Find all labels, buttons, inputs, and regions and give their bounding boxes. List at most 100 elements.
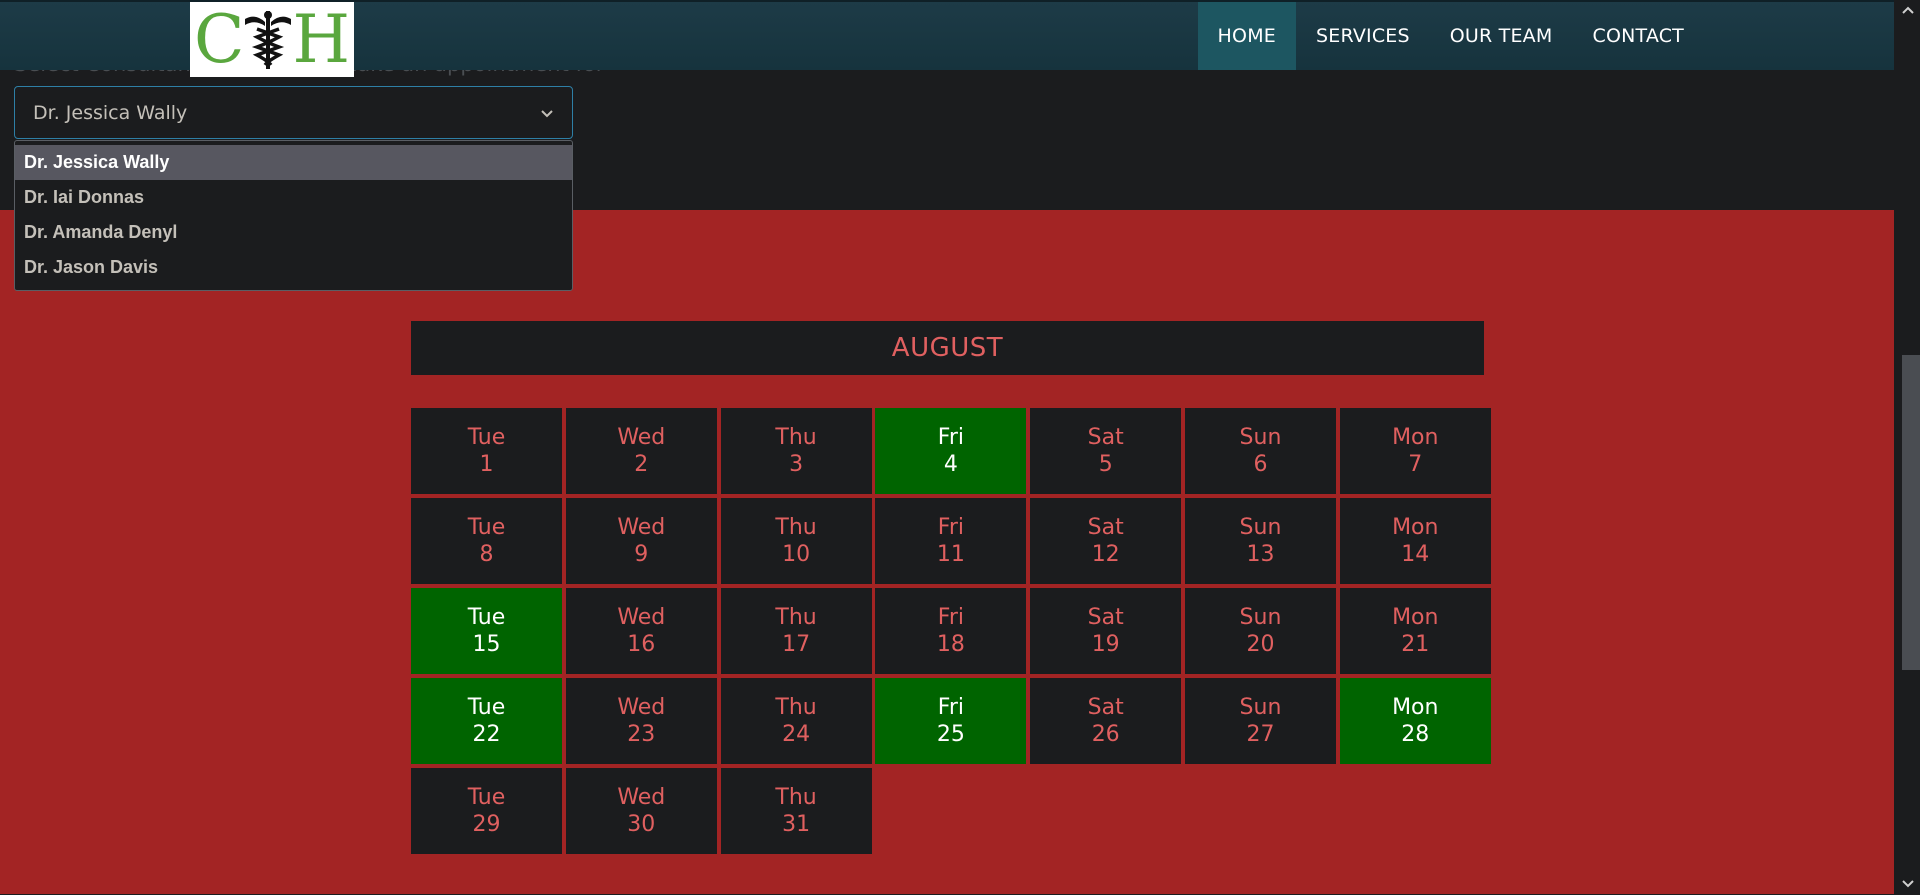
calendar-day[interactable]: Thu 3 bbox=[720, 408, 872, 494]
day-number: 17 bbox=[782, 632, 811, 657]
calendar-day[interactable]: Sun 13 bbox=[1184, 498, 1336, 584]
day-of-week: Fri bbox=[937, 515, 964, 540]
day-number: 25 bbox=[936, 722, 965, 747]
day-of-week: Sun bbox=[1239, 515, 1282, 540]
nav-services[interactable]: SERVICES bbox=[1296, 2, 1430, 70]
calendar-day[interactable]: Thu 31 bbox=[720, 768, 872, 854]
calendar-day[interactable]: Mon 14 bbox=[1339, 498, 1491, 584]
calendar-day[interactable]: Tue 29 bbox=[411, 768, 562, 854]
consultant-option[interactable]: Dr. Amanda Denyl bbox=[15, 215, 572, 250]
day-of-week: Sun bbox=[1239, 605, 1282, 630]
calendar-month-title: AUGUST bbox=[411, 321, 1484, 375]
caduceus-icon bbox=[243, 9, 293, 71]
day-of-week: Thu bbox=[775, 425, 817, 450]
logo-letter-h: H bbox=[292, 0, 351, 78]
calendar-day[interactable]: Fri 18 bbox=[875, 588, 1027, 674]
day-number: 19 bbox=[1091, 632, 1120, 657]
calendar-day[interactable]: Thu 10 bbox=[720, 498, 872, 584]
chevron-down-icon[interactable] bbox=[1900, 876, 1916, 890]
calendar-day[interactable]: Thu 17 bbox=[720, 588, 872, 674]
day-of-week: Sun bbox=[1239, 425, 1282, 450]
nav-home[interactable]: HOME bbox=[1197, 2, 1296, 70]
day-number: 7 bbox=[1408, 452, 1423, 477]
day-of-week: Tue bbox=[467, 605, 506, 630]
calendar-day[interactable]: Thu 24 bbox=[720, 678, 872, 764]
calendar-day[interactable]: Tue 8 bbox=[411, 498, 562, 584]
day-number: 27 bbox=[1246, 722, 1275, 747]
calendar-day[interactable]: Sat 5 bbox=[1030, 408, 1182, 494]
day-of-week: Sat bbox=[1087, 695, 1124, 720]
day-number: 31 bbox=[782, 812, 811, 837]
day-number: 23 bbox=[627, 722, 656, 747]
calendar-grid: Tue 1 Wed 2 Thu 3 Fri 4 Sat 5 Sun 6 Mon 7 Tue 8 Wed 9 Thu 1… bbox=[411, 408, 1491, 854]
day-of-week: Fri bbox=[937, 425, 964, 450]
day-number: 6 bbox=[1253, 452, 1268, 477]
calendar-day[interactable]: Sat 12 bbox=[1030, 498, 1182, 584]
day-of-week: Wed bbox=[617, 515, 666, 540]
day-number: 11 bbox=[936, 542, 965, 567]
day-of-week: Tue bbox=[467, 515, 506, 540]
day-number: 24 bbox=[782, 722, 811, 747]
calendar-day[interactable]: Wed 23 bbox=[565, 678, 717, 764]
calendar-day[interactable]: Mon 28 bbox=[1339, 678, 1491, 764]
calendar-day[interactable]: Fri 11 bbox=[875, 498, 1027, 584]
day-of-week: Fri bbox=[937, 695, 964, 720]
day-number: 14 bbox=[1401, 542, 1430, 567]
day-number: 28 bbox=[1401, 722, 1430, 747]
day-of-week: Mon bbox=[1392, 515, 1439, 540]
scrollbar-thumb[interactable] bbox=[1902, 355, 1920, 670]
day-number: 30 bbox=[627, 812, 656, 837]
day-number: 12 bbox=[1091, 542, 1120, 567]
calendar-day[interactable]: Wed 2 bbox=[565, 408, 717, 494]
calendar-day[interactable]: Sat 26 bbox=[1030, 678, 1182, 764]
day-number: 16 bbox=[627, 632, 656, 657]
day-number: 3 bbox=[789, 452, 804, 477]
day-of-week: Wed bbox=[617, 425, 666, 450]
day-number: 1 bbox=[479, 452, 494, 477]
day-number: 10 bbox=[782, 542, 811, 567]
calendar-day[interactable]: Mon 7 bbox=[1339, 408, 1491, 494]
day-of-week: Sat bbox=[1087, 425, 1124, 450]
day-of-week: Sun bbox=[1239, 695, 1282, 720]
calendar-day[interactable]: Wed 16 bbox=[565, 588, 717, 674]
chevron-down-icon bbox=[540, 102, 554, 124]
calendar-day[interactable]: Sun 6 bbox=[1184, 408, 1336, 494]
day-number: 4 bbox=[943, 452, 958, 477]
day-number: 2 bbox=[634, 452, 649, 477]
consultant-option[interactable]: Dr. Jason Davis bbox=[15, 250, 572, 285]
calendar-day[interactable]: Fri 25 bbox=[875, 678, 1027, 764]
calendar-day[interactable]: Sun 27 bbox=[1184, 678, 1336, 764]
calendar-day[interactable]: Tue 15 bbox=[411, 588, 562, 674]
calendar-day[interactable]: Mon 21 bbox=[1339, 588, 1491, 674]
consultant-option[interactable]: Dr. Iai Donnas bbox=[15, 180, 572, 215]
day-of-week: Mon bbox=[1392, 605, 1439, 630]
day-number: 29 bbox=[472, 812, 501, 837]
day-of-week: Wed bbox=[617, 695, 666, 720]
main-nav: HOME SERVICES OUR TEAM CONTACT bbox=[1197, 2, 1704, 70]
day-number: 20 bbox=[1246, 632, 1275, 657]
calendar-day[interactable]: Sat 19 bbox=[1030, 588, 1182, 674]
calendar-day[interactable]: Tue 22 bbox=[411, 678, 562, 764]
calendar-day[interactable]: Wed 30 bbox=[565, 768, 717, 854]
consultant-select[interactable]: Dr. Jessica Wally bbox=[14, 86, 573, 139]
scrollbar[interactable] bbox=[1894, 0, 1920, 894]
chevron-up-icon[interactable] bbox=[1900, 2, 1916, 16]
calendar-day[interactable]: Wed 9 bbox=[565, 498, 717, 584]
calendar-day[interactable]: Tue 1 bbox=[411, 408, 562, 494]
day-of-week: Thu bbox=[775, 515, 817, 540]
day-number: 5 bbox=[1098, 452, 1113, 477]
day-of-week: Tue bbox=[467, 785, 506, 810]
logo[interactable]: C H bbox=[190, 2, 354, 77]
calendar-day[interactable]: Fri 4 bbox=[875, 408, 1027, 494]
day-number: 13 bbox=[1246, 542, 1275, 567]
consultant-select-value: Dr. Jessica Wally bbox=[33, 101, 188, 124]
calendar-day[interactable]: Sun 20 bbox=[1184, 588, 1336, 674]
day-of-week: Sat bbox=[1087, 515, 1124, 540]
nav-our-team[interactable]: OUR TEAM bbox=[1430, 2, 1573, 70]
nav-contact[interactable]: CONTACT bbox=[1572, 2, 1704, 70]
consultant-option[interactable]: Dr. Jessica Wally bbox=[15, 145, 572, 180]
logo-letter-c: C bbox=[193, 0, 245, 78]
day-number: 9 bbox=[634, 542, 649, 567]
day-number: 26 bbox=[1091, 722, 1120, 747]
day-of-week: Tue bbox=[467, 695, 506, 720]
